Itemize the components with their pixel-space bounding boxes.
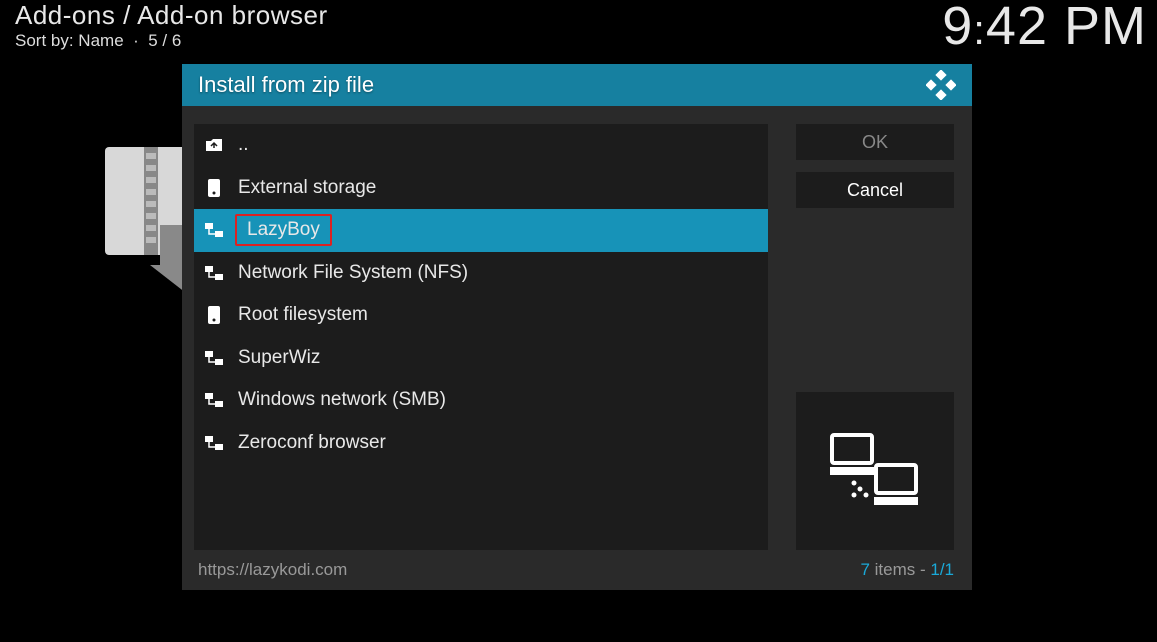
file-row-parent[interactable]: .. [194,124,768,167]
network-source-icon [204,223,224,237]
clock: 9:42 PM [942,0,1147,57]
dialog-side-panel: OK Cancel [796,124,954,550]
file-label: Windows network (SMB) [238,389,446,411]
source-thumbnail [796,392,954,550]
file-label: Root filesystem [238,304,368,326]
storage-icon [204,179,224,197]
file-row-superwiz[interactable]: SuperWiz [194,337,768,380]
file-label: SuperWiz [238,347,320,369]
footer-url: https://lazykodi.com [198,560,347,580]
storage-icon [204,306,224,324]
sort-line: Sort by: Name · 5 / 6 [15,31,328,51]
file-label: Zeroconf browser [238,432,386,454]
file-row-root[interactable]: Root filesystem [194,294,768,337]
dialog-title: Install from zip file [198,72,374,98]
file-label: External storage [238,177,376,199]
network-source-icon [204,436,224,450]
kodi-logo-icon [926,70,956,100]
dialog-footer: https://lazykodi.com 7 items - 1/1 [182,550,972,590]
folder-up-icon [204,138,224,152]
breadcrumb: Add-ons / Add-on browser [15,0,328,31]
file-label: Network File System (NFS) [238,262,468,284]
file-label: LazyBoy [247,219,320,240]
file-list: .. External storage LazyBoy [194,124,768,550]
network-source-icon [204,351,224,365]
cancel-button[interactable]: Cancel [796,172,954,208]
highlight-box: LazyBoy [235,214,332,246]
network-source-icon [204,393,224,407]
file-row-smb[interactable]: Windows network (SMB) [194,379,768,422]
page-header: Add-ons / Add-on browser Sort by: Name ·… [15,0,328,51]
install-zip-dialog: Install from zip file .. Extern [182,64,972,590]
file-row-external[interactable]: External storage [194,167,768,210]
network-source-icon [204,266,224,280]
footer-count: 7 items - 1/1 [860,560,954,580]
file-row-nfs[interactable]: Network File System (NFS) [194,252,768,295]
file-label: .. [238,134,249,156]
file-row-zeroconf[interactable]: Zeroconf browser [194,422,768,465]
sort-label: Sort by: Name [15,31,124,50]
ok-button[interactable]: OK [796,124,954,160]
file-row-lazyboy[interactable]: LazyBoy [194,209,768,252]
dialog-header: Install from zip file [182,64,972,106]
sort-index: 5 / 6 [148,31,181,50]
